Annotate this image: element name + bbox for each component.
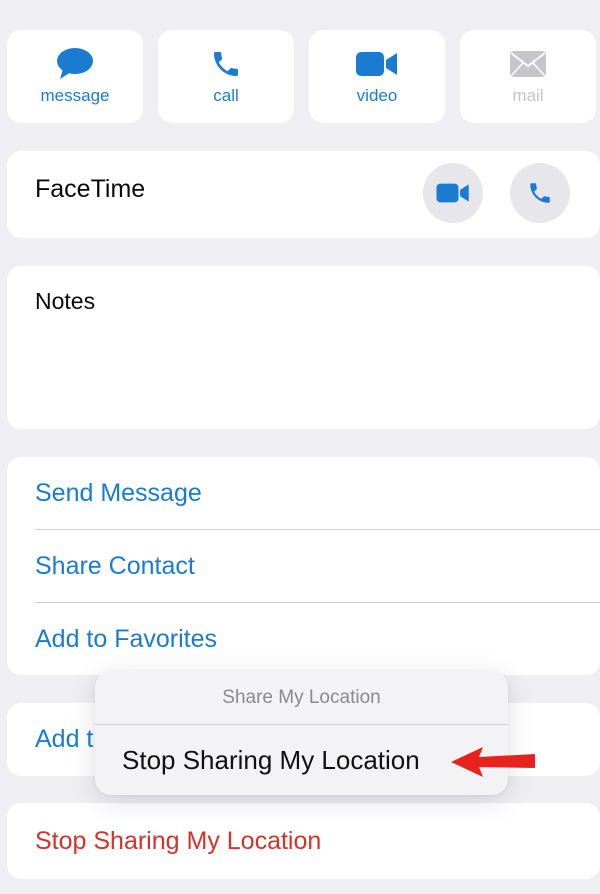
video-camera-icon (436, 183, 469, 203)
send-message-label: Send Message (35, 479, 202, 507)
add-to-favorites-label: Add to Favorites (35, 625, 218, 653)
facetime-audio-button[interactable] (510, 163, 570, 223)
add-to-label: Add t (35, 725, 94, 753)
stop-sharing-card: Stop Sharing My Location (7, 803, 600, 879)
options-card: Send Message Share Contact Add to Favori… (7, 457, 600, 675)
video-camera-icon (356, 48, 398, 80)
phone-icon (210, 48, 242, 80)
popup-title: Share My Location (222, 687, 381, 708)
share-contact-row[interactable]: Share Contact (35, 530, 600, 603)
facetime-video-button[interactable] (423, 163, 483, 223)
red-arrow-icon (451, 747, 535, 777)
message-button[interactable]: message (7, 30, 143, 123)
send-message-row[interactable]: Send Message (35, 457, 600, 530)
call-button-label: call (213, 86, 239, 105)
stop-sharing-label: Stop Sharing My Location (35, 826, 322, 855)
mail-envelope-icon (509, 48, 547, 80)
add-to-favorites-row[interactable]: Add to Favorites (35, 603, 600, 676)
share-contact-label: Share Contact (35, 552, 195, 580)
call-button[interactable]: call (158, 30, 294, 123)
facetime-label: FaceTime (35, 175, 146, 203)
mail-button[interactable]: mail (460, 30, 596, 123)
popup-stop-sharing-item[interactable]: Stop Sharing My Location (122, 745, 420, 776)
video-button[interactable]: video (309, 30, 445, 123)
message-button-label: message (40, 86, 110, 105)
message-bubble-icon (55, 48, 95, 80)
stop-sharing-row[interactable]: Stop Sharing My Location (35, 803, 321, 879)
notes-label: Notes (35, 288, 96, 314)
popup-divider (95, 724, 508, 725)
share-location-popup: Share My Location Stop Sharing My Locati… (95, 671, 508, 795)
facetime-card: FaceTime (7, 151, 600, 238)
notes-field[interactable]: Notes (7, 266, 600, 429)
video-button-label: video (356, 86, 398, 105)
phone-icon (530, 183, 550, 203)
mail-button-label: mail (512, 86, 544, 105)
